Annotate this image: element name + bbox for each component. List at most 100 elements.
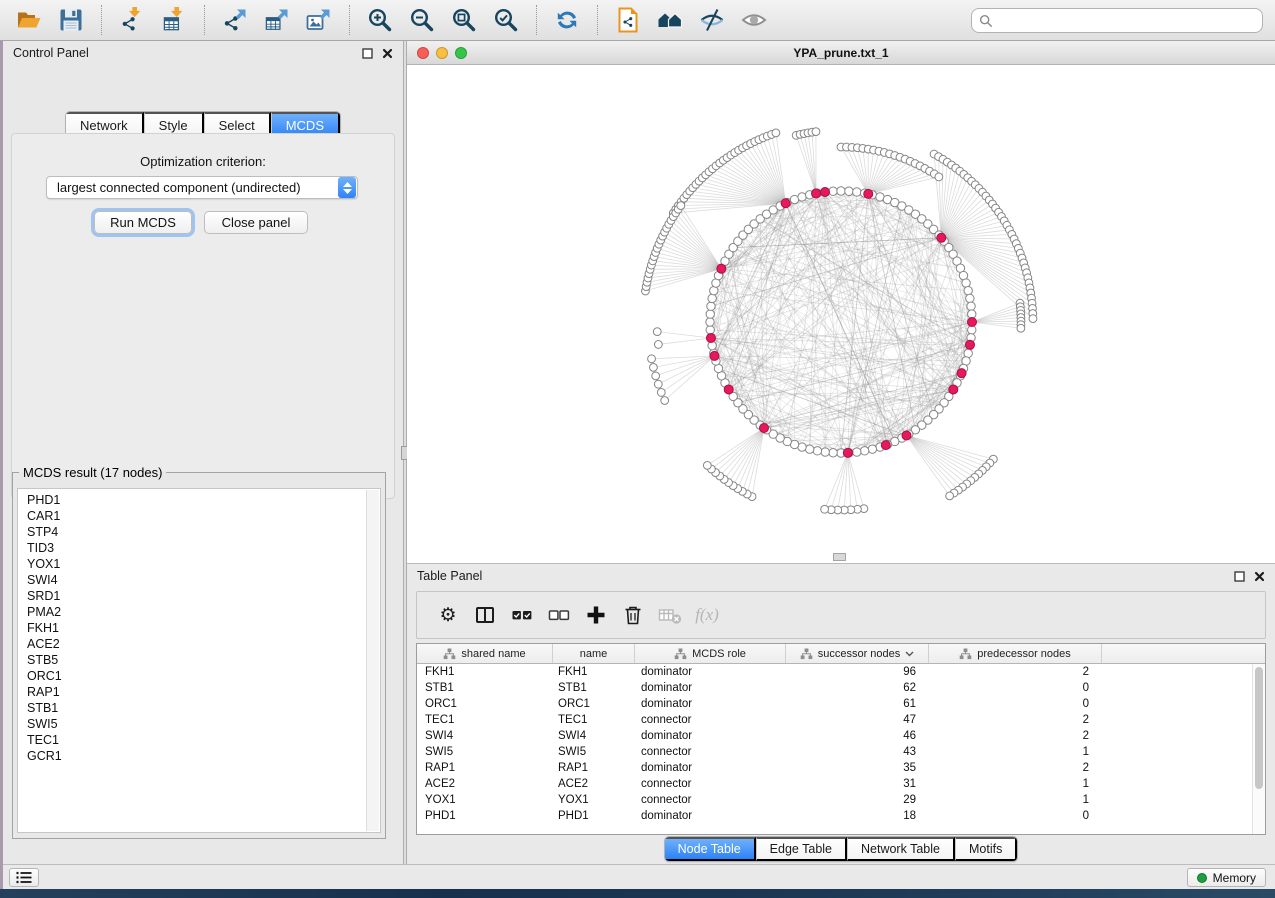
cell-shared-name: PHD1 xyxy=(417,810,553,822)
mcds-result-item[interactable]: TID3 xyxy=(18,540,380,556)
table-scrollbar[interactable] xyxy=(1252,664,1265,834)
mcds-result-item[interactable]: STP4 xyxy=(18,524,380,540)
export-table-button[interactable] xyxy=(256,3,298,37)
mcds-result-item[interactable]: YOX1 xyxy=(18,556,380,572)
column-header-successor-nodes[interactable]: successor nodes xyxy=(786,644,929,663)
save-session-button[interactable] xyxy=(50,3,92,37)
column-header-name[interactable]: name xyxy=(553,644,635,663)
mcds-result-item[interactable]: SWI5 xyxy=(18,716,380,732)
network-canvas[interactable] xyxy=(407,65,1275,563)
table-row[interactable]: SWI4SWI4dominator462 xyxy=(417,728,1252,744)
table-row[interactable]: FKH1FKH1dominator962 xyxy=(417,664,1252,680)
zoom-in-icon xyxy=(367,7,393,33)
function-builder-icon: f(x) xyxy=(695,605,719,625)
memory-button[interactable]: Memory xyxy=(1187,868,1266,887)
mcds-result-item[interactable]: RAP1 xyxy=(18,684,380,700)
import-network-button[interactable] xyxy=(111,3,153,37)
mcds-result-item[interactable]: SWI4 xyxy=(18,572,380,588)
column-header-predecessor-nodes[interactable]: predecessor nodes xyxy=(929,644,1102,663)
mcds-result-item[interactable]: SRD1 xyxy=(18,588,380,604)
table-row[interactable]: ORC1ORC1dominator610 xyxy=(417,696,1252,712)
table-row[interactable]: RAP1RAP1dominator352 xyxy=(417,760,1252,776)
refresh-network-button[interactable] xyxy=(546,3,588,37)
window-close-icon[interactable] xyxy=(417,47,429,59)
task-history-button[interactable] xyxy=(9,868,39,887)
tab-network-table[interactable]: Network Table xyxy=(847,837,955,861)
zoom-out-button[interactable] xyxy=(401,3,443,37)
deselect-all-checkboxes-icon xyxy=(548,604,570,626)
table-row[interactable]: STB1STB1dominator620 xyxy=(417,680,1252,696)
control-panel-header: Control Panel xyxy=(3,41,403,65)
export-network-icon xyxy=(222,7,248,33)
export-network-button[interactable] xyxy=(214,3,256,37)
function-builder-button: f(x) xyxy=(692,597,722,633)
mcds-result-item[interactable]: PHD1 xyxy=(18,492,380,508)
column-header-label: MCDS role xyxy=(692,648,746,660)
table-row[interactable]: YOX1YOX1connector291 xyxy=(417,792,1252,808)
float-panel-icon[interactable] xyxy=(362,48,373,59)
mcds-result-item[interactable]: CAR1 xyxy=(18,508,380,524)
show-all-button[interactable] xyxy=(733,3,775,37)
cell-predecessor-nodes: 0 xyxy=(929,682,1102,694)
run-mcds-button[interactable]: Run MCDS xyxy=(94,211,192,234)
cell-name: STB1 xyxy=(553,682,635,694)
window-minimize-icon[interactable] xyxy=(436,47,448,59)
add-column-button[interactable] xyxy=(581,597,611,633)
delete-column-button[interactable] xyxy=(618,597,648,633)
mcds-result-item[interactable]: TEC1 xyxy=(18,732,380,748)
mcds-result-item[interactable]: STB5 xyxy=(18,652,380,668)
mcds-result-item[interactable]: STB1 xyxy=(18,700,380,716)
table-scrollbar-thumb[interactable] xyxy=(1255,667,1263,789)
save-session-icon xyxy=(58,7,84,33)
float-panel-icon[interactable] xyxy=(1234,571,1245,582)
close-panel-icon[interactable] xyxy=(1254,571,1265,582)
desktop-background-left xyxy=(0,41,3,889)
gear-button[interactable]: ⚙ xyxy=(433,597,463,633)
export-image-icon xyxy=(306,7,332,33)
column-header-label: name xyxy=(580,648,608,660)
column-header-shared-name[interactable]: shared name xyxy=(417,644,553,663)
export-image-button[interactable] xyxy=(298,3,340,37)
table-row[interactable]: SWI5SWI5connector431 xyxy=(417,744,1252,760)
main-toolbar-groups xyxy=(8,3,775,37)
mcds-result-item[interactable]: PMA2 xyxy=(18,604,380,620)
cell-name: ACE2 xyxy=(553,778,635,790)
deselect-all-checkboxes-button[interactable] xyxy=(544,597,574,633)
search-box[interactable] xyxy=(971,8,1263,33)
criterion-dropdown[interactable]: largest connected component (undirected) xyxy=(46,176,358,199)
open-file-button[interactable] xyxy=(8,3,50,37)
mcds-result-item[interactable]: ORC1 xyxy=(18,668,380,684)
tab-node-table[interactable]: Node Table xyxy=(665,837,756,861)
cell-MCDS-role: dominator xyxy=(635,730,786,742)
mcds-result-item[interactable]: FKH1 xyxy=(18,620,380,636)
cell-shared-name: STB1 xyxy=(417,682,553,694)
zoom-fit-button[interactable] xyxy=(443,3,485,37)
hide-selected-button[interactable] xyxy=(691,3,733,37)
search-input[interactable] xyxy=(998,13,1255,28)
close-panel-button[interactable]: Close panel xyxy=(204,211,308,234)
import-table-button[interactable] xyxy=(153,3,195,37)
sort-chevron-icon xyxy=(905,651,914,657)
network-from-file-button[interactable] xyxy=(607,3,649,37)
column-header-MCDS-role[interactable]: MCDS role xyxy=(635,644,786,663)
mcds-list-scrollbar[interactable] xyxy=(366,490,379,831)
mcds-result-item[interactable]: GCR1 xyxy=(18,748,380,764)
table-row[interactable]: TEC1TEC1connector472 xyxy=(417,712,1252,728)
cell-successor-nodes: 29 xyxy=(786,794,929,806)
tab-motifs[interactable]: Motifs xyxy=(955,837,1017,861)
window-maximize-icon[interactable] xyxy=(455,47,467,59)
tab-edge-table[interactable]: Edge Table xyxy=(756,837,847,861)
cell-MCDS-role: dominator xyxy=(635,666,786,678)
select-all-checkboxes-button[interactable] xyxy=(507,597,537,633)
control-panel: Control Panel NetworkStyleSelectMCDS Opt… xyxy=(3,41,403,864)
zoom-selected-button[interactable] xyxy=(485,3,527,37)
column-layout-button[interactable] xyxy=(470,597,500,633)
zoom-in-button[interactable] xyxy=(359,3,401,37)
mcds-result-item[interactable]: ACE2 xyxy=(18,636,380,652)
table-row[interactable]: ACE2ACE2connector311 xyxy=(417,776,1252,792)
cell-shared-name: ACE2 xyxy=(417,778,553,790)
close-panel-icon[interactable] xyxy=(382,48,393,59)
search-genes-button[interactable] xyxy=(649,3,691,37)
horizontal-splitter-handle[interactable] xyxy=(833,553,846,561)
table-row[interactable]: PHD1PHD1dominator180 xyxy=(417,808,1252,824)
